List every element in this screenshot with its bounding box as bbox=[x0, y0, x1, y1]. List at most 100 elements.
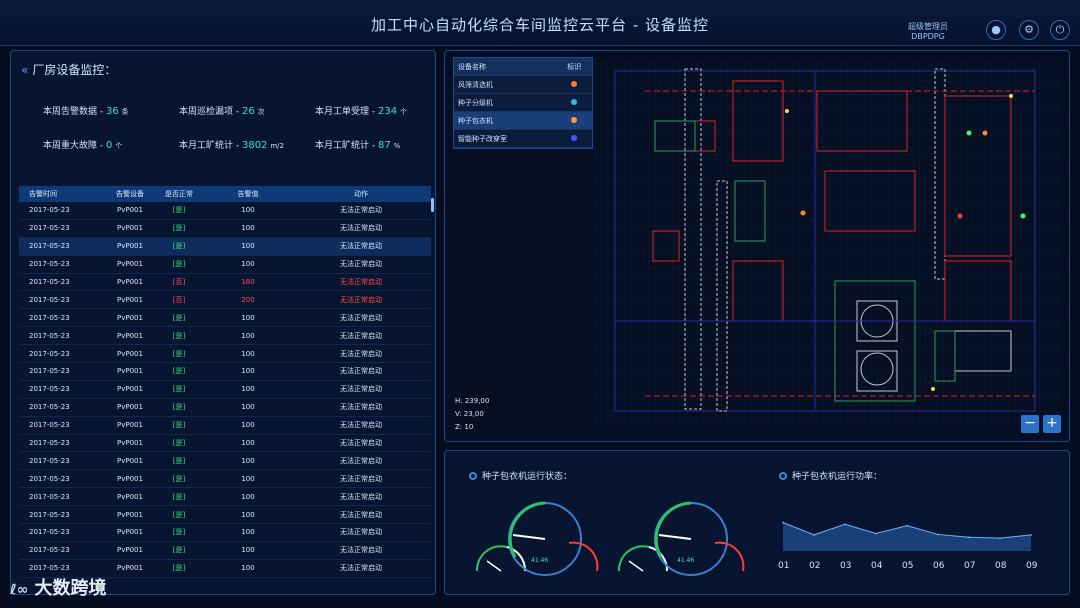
logo-icon: ℓ∞ bbox=[10, 582, 29, 598]
gauge-needle bbox=[658, 534, 692, 540]
power-point bbox=[999, 537, 1001, 539]
cell-value: 100 bbox=[241, 456, 255, 465]
cell-action: 无法正常启动 bbox=[340, 278, 382, 286]
user-info: 超级管理员 DBPDPG bbox=[908, 22, 948, 42]
zoom-out-button[interactable]: − bbox=[1021, 415, 1039, 433]
power-point bbox=[968, 536, 970, 538]
stat-value: 234 bbox=[377, 106, 398, 117]
x-tick-label: 06 bbox=[933, 561, 945, 571]
watermark-text: 大数跨境 bbox=[34, 578, 107, 599]
table-row[interactable]: 2017-05-23 PvP001 [是] 100 无法正常启动 bbox=[19, 327, 431, 346]
table-row[interactable]: 2017-05-23 PvP001 [是] 100 无法正常启动 bbox=[19, 237, 431, 256]
table-row[interactable]: 2017-05-23 PvP001 [是] 100 无法正常启动 bbox=[19, 202, 431, 220]
table-scrollbar[interactable] bbox=[431, 198, 434, 212]
floor-map-panel[interactable]: 设备名称 标识 风筛清选机 种子分级机 种子包衣机 智能种子改穿室 H: 239,00… bbox=[444, 50, 1070, 442]
alert-table: 告警时间 告警设备 是否正常 告警值 动作 2017-05-23 PvP001 [是… bbox=[19, 186, 431, 586]
table-row[interactable]: 2017-05-23 PvP001 [是] 100 无法正常启动 bbox=[19, 220, 431, 238]
status-title-text: 种子包衣机运行状态： bbox=[482, 472, 573, 482]
cell-status: [是] bbox=[172, 439, 186, 448]
cell-value: 100 bbox=[241, 331, 255, 340]
table-row[interactable]: 2017-05-23 PvP001 [是] 100 无法正常启动 bbox=[19, 470, 431, 489]
cell-action: 无法正常启动 bbox=[340, 564, 382, 573]
gear-icon[interactable]: ⚙ bbox=[1019, 20, 1039, 40]
cell-status: [是] bbox=[172, 546, 186, 555]
x-tick-label: 02 bbox=[809, 561, 821, 571]
status-title: 种子包衣机运行状态： bbox=[469, 469, 572, 482]
stat-label: 本周重大故障 - bbox=[43, 141, 106, 151]
cell-value: 100 bbox=[241, 385, 255, 394]
table-row[interactable]: 2017-05-23 PvP001 [是] 100 无法正常启动 bbox=[19, 524, 431, 542]
stat-label: 本周告警数据 - bbox=[43, 107, 106, 117]
cell-time: 2017-05-23 bbox=[29, 492, 70, 501]
cell-status: [是] bbox=[172, 313, 186, 322]
zoom-in-button[interactable]: + bbox=[1043, 415, 1061, 433]
cell-action: 无法正常启动 bbox=[340, 439, 382, 448]
cell-value: 100 bbox=[241, 224, 255, 233]
legend-header: 设备名称 标识 bbox=[454, 58, 592, 76]
cell-action: 无法正常启动 bbox=[340, 260, 382, 269]
col-header[interactable]: 是否正常 bbox=[159, 189, 199, 199]
legend-item[interactable]: 智能种子改穿室 bbox=[454, 130, 592, 148]
cell-value: 100 bbox=[241, 260, 255, 269]
cell-action: 无法正常启动 bbox=[340, 528, 382, 537]
table-row[interactable]: 2017-05-23 PvP001 [是] 100 无法正常启动 bbox=[19, 256, 431, 274]
cell-value: 100 bbox=[241, 492, 255, 501]
cell-time: 2017-05-23 bbox=[29, 313, 70, 322]
cell-value: 100 bbox=[241, 510, 255, 519]
col-header[interactable]: 告警值 bbox=[228, 189, 268, 199]
legend-dot bbox=[557, 116, 592, 125]
user-icon[interactable]: ● bbox=[986, 20, 1006, 40]
table-row[interactable]: 2017-05-23 PvP001 [是] 100 无法正常启动 bbox=[19, 542, 431, 560]
table-row[interactable]: 2017-05-23 PvP001 [是] 100 无法正常启动 bbox=[19, 452, 431, 471]
table-row[interactable]: 2017-05-23 PvP001 [是] 100 无法正常启动 bbox=[19, 345, 431, 364]
cell-device: PvP001 bbox=[117, 224, 143, 233]
col-header[interactable]: 动作 bbox=[316, 189, 406, 199]
table-row[interactable]: 2017-05-23 PvP001 [否] 200 无法正常启动 bbox=[19, 291, 431, 310]
cell-value: 100 bbox=[241, 421, 255, 430]
col-header[interactable]: 告警设备 bbox=[109, 189, 151, 199]
table-row[interactable]: 2017-05-23 PvP001 [否] 180 无法正常启动 bbox=[19, 274, 431, 292]
col-header[interactable]: 告警时间 bbox=[19, 189, 71, 199]
cell-action: 无法正常启动 bbox=[340, 474, 382, 483]
cell-status: [是] bbox=[172, 421, 186, 430]
cell-action: 无法正常启动 bbox=[340, 349, 382, 358]
user-id: DBPDPG bbox=[911, 32, 945, 41]
cell-time: 2017-05-23 bbox=[29, 439, 70, 448]
cell-device: PvP001 bbox=[117, 242, 143, 251]
table-row[interactable]: 2017-05-23 PvP001 [是] 100 无法正常启动 bbox=[19, 417, 431, 435]
cell-status: [是] bbox=[172, 564, 186, 573]
cell-action: 无法正常启动 bbox=[340, 206, 382, 215]
table-row[interactable]: 2017-05-23 PvP001 [是] 100 无法正常启动 bbox=[19, 363, 431, 381]
legend-item[interactable]: 风筛清选机 bbox=[454, 76, 592, 94]
stat-unit: 个 bbox=[399, 108, 407, 116]
cell-device: PvP001 bbox=[117, 546, 143, 555]
legend-item[interactable]: 种子包衣机 bbox=[454, 112, 592, 130]
gauges bbox=[475, 501, 745, 576]
table-row[interactable]: 2017-05-23 PvP001 [是] 100 无法正常启动 bbox=[19, 488, 431, 507]
x-tick-label: 09 bbox=[1026, 561, 1038, 571]
table-row[interactable]: 2017-05-23 PvP001 [是] 100 无法正常启动 bbox=[19, 399, 431, 417]
table-row[interactable]: 2017-05-23 PvP001 [是] 100 无法正常启动 bbox=[19, 309, 431, 328]
cell-action: 无法正常启动 bbox=[340, 403, 382, 412]
cell-value: 100 bbox=[241, 546, 255, 555]
table-row[interactable]: 2017-05-23 PvP001 [是] 100 无法正常启动 bbox=[19, 435, 431, 453]
stat-monthly-area: 本月工旷统计 - 3802 m/2 bbox=[179, 138, 284, 151]
header-bar: 加工中心自动化综合车间监控云平台 - 设备监控 超级管理员 DBPDPG ● ⚙… bbox=[0, 0, 1080, 46]
stat-label: 本月工单受理 - bbox=[315, 107, 378, 117]
cell-device: PvP001 bbox=[117, 295, 143, 304]
coord-h: H: 239,00 bbox=[455, 397, 490, 405]
cell-value: 200 bbox=[241, 295, 255, 304]
power-title-text: 种子包衣机运行功率： bbox=[792, 472, 883, 482]
panel-title: « 厂房设备监控： bbox=[21, 61, 116, 78]
power-area bbox=[783, 522, 1031, 551]
table-row[interactable]: 2017-05-23 PvP001 [是] 100 无法正常启动 bbox=[19, 506, 431, 525]
stat-value: 26 bbox=[241, 106, 255, 117]
stat-value: 0 bbox=[105, 140, 113, 151]
x-tick-label: 05 bbox=[902, 561, 914, 571]
x-tick-label: 04 bbox=[871, 561, 883, 571]
power-icon[interactable]: ⏻ bbox=[1050, 20, 1070, 40]
legend-item[interactable]: 种子分级机 bbox=[454, 94, 592, 112]
x-tick-label: 01 bbox=[778, 561, 790, 571]
double-chevron-left-icon[interactable]: « bbox=[21, 63, 28, 77]
table-row[interactable]: 2017-05-23 PvP001 [是] 100 无法正常启动 bbox=[19, 381, 431, 399]
